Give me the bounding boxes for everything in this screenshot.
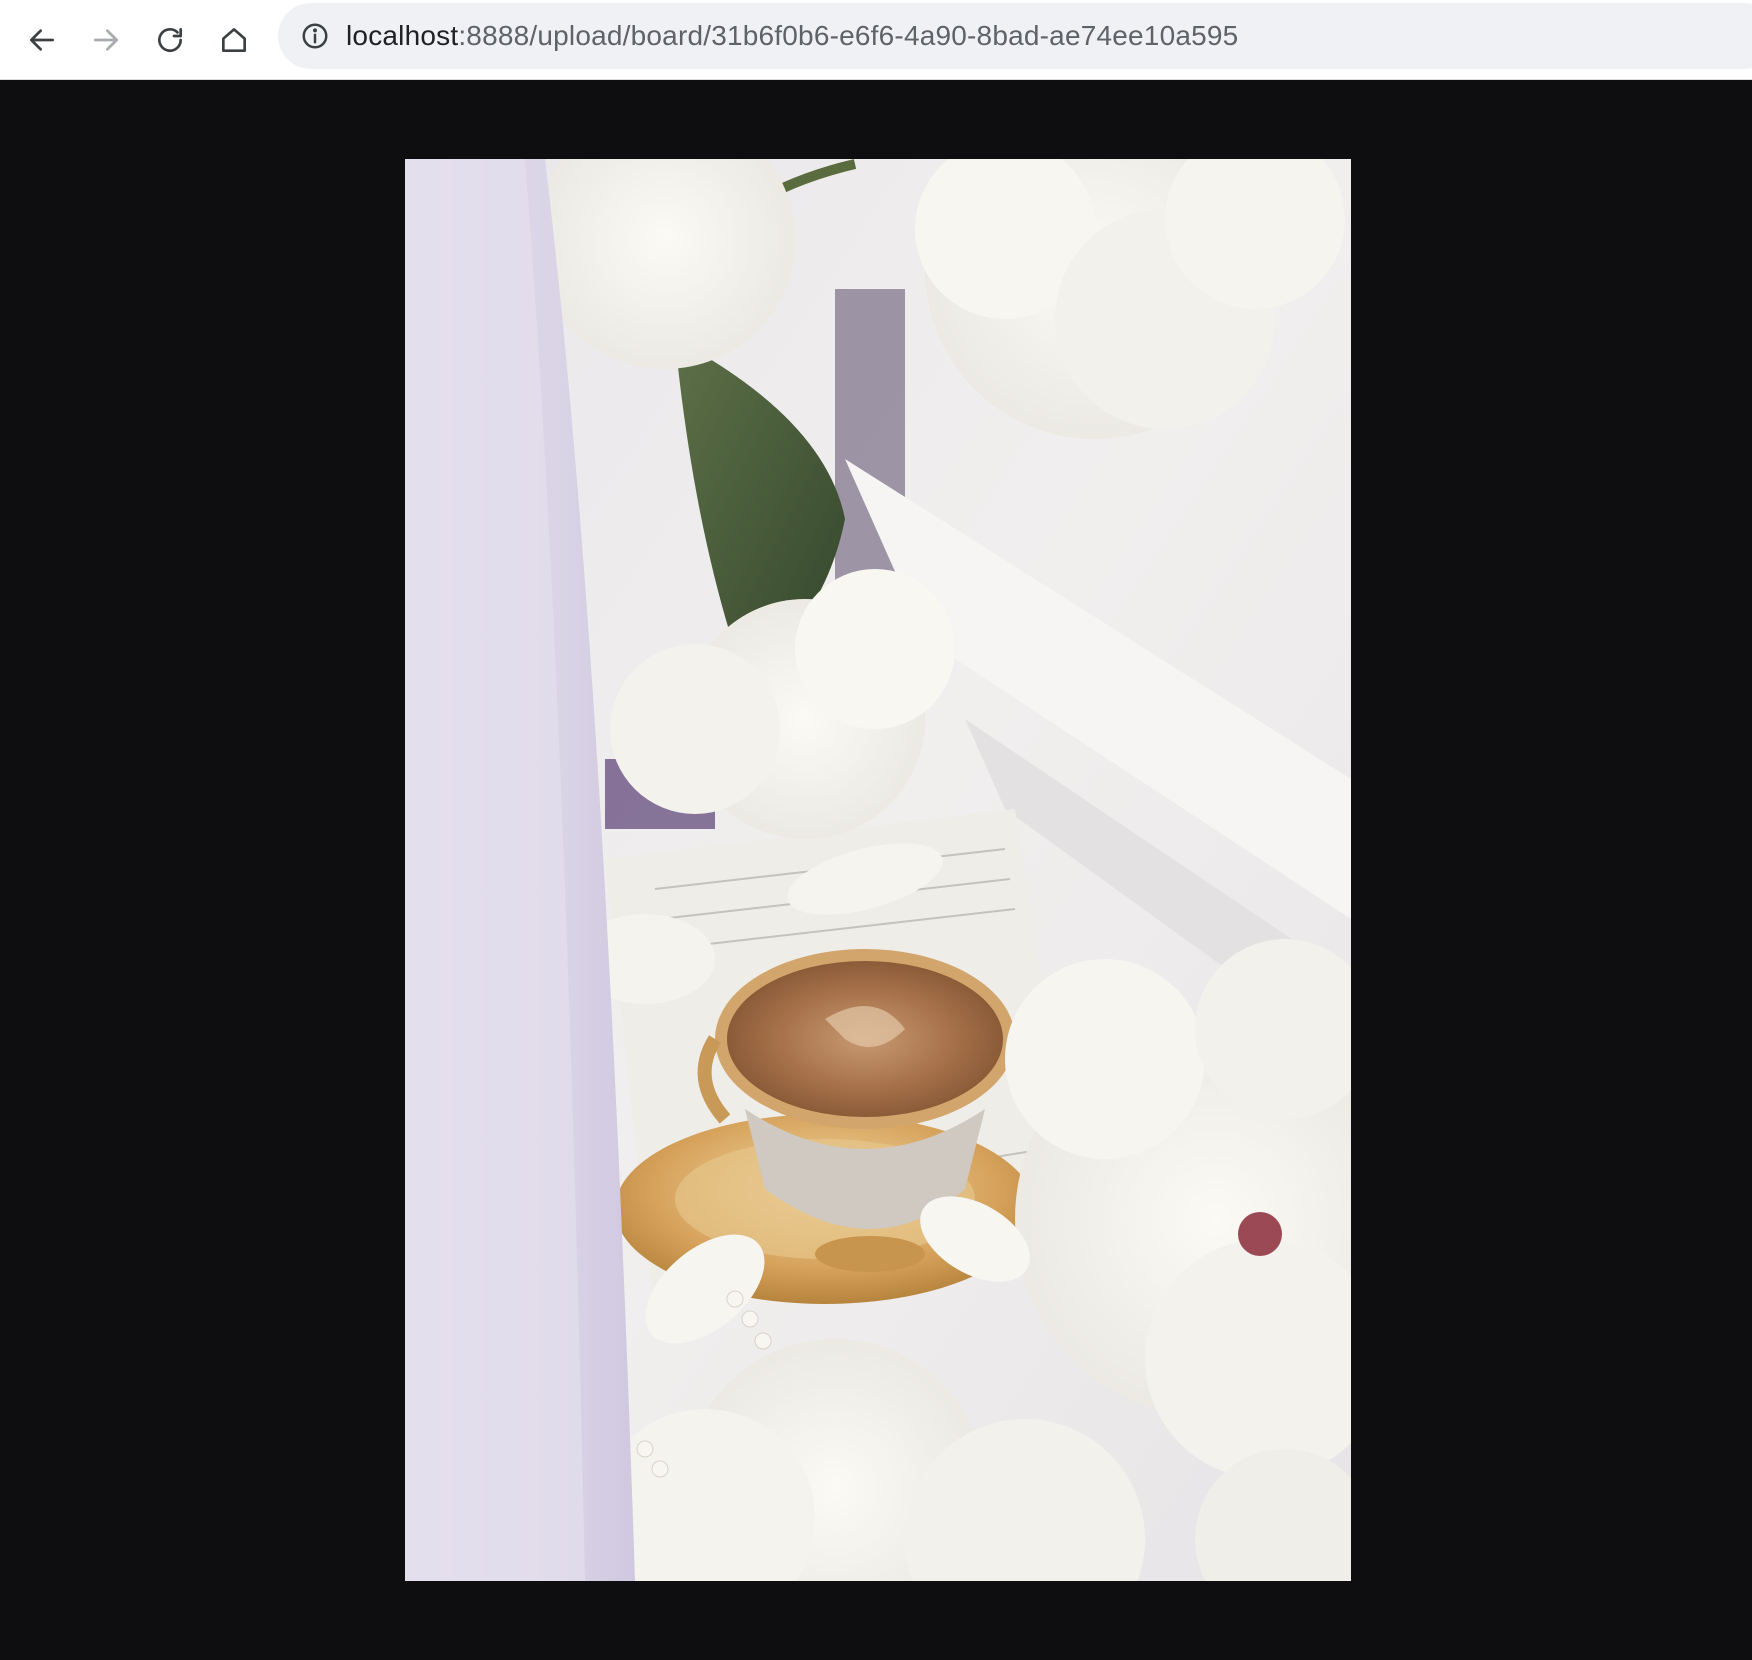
home-button[interactable] [206,12,262,68]
coffee-cup-with-peonies-photo [405,159,1351,1581]
arrow-left-icon [30,29,54,51]
url-host: localhost [346,20,459,51]
site-info-button[interactable] [298,19,332,53]
arrow-right-icon [94,29,118,51]
home-icon [222,28,246,52]
info-circle-icon [302,23,328,49]
back-button[interactable] [14,12,70,68]
url-path: :8888/upload/board/31b6f0b6-e6f6-4a90-8b… [458,20,1239,51]
url-text[interactable]: localhost:8888/upload/board/31b6f0b6-e6f… [346,20,1238,52]
reload-button[interactable] [142,12,198,68]
address-bar[interactable]: localhost:8888/upload/board/31b6f0b6-e6f… [278,3,1752,69]
reload-icon [158,28,182,52]
browser-toolbar: localhost:8888/upload/board/31b6f0b6-e6f… [0,0,1752,80]
forward-button[interactable] [78,12,134,68]
image-viewer [0,80,1752,1660]
